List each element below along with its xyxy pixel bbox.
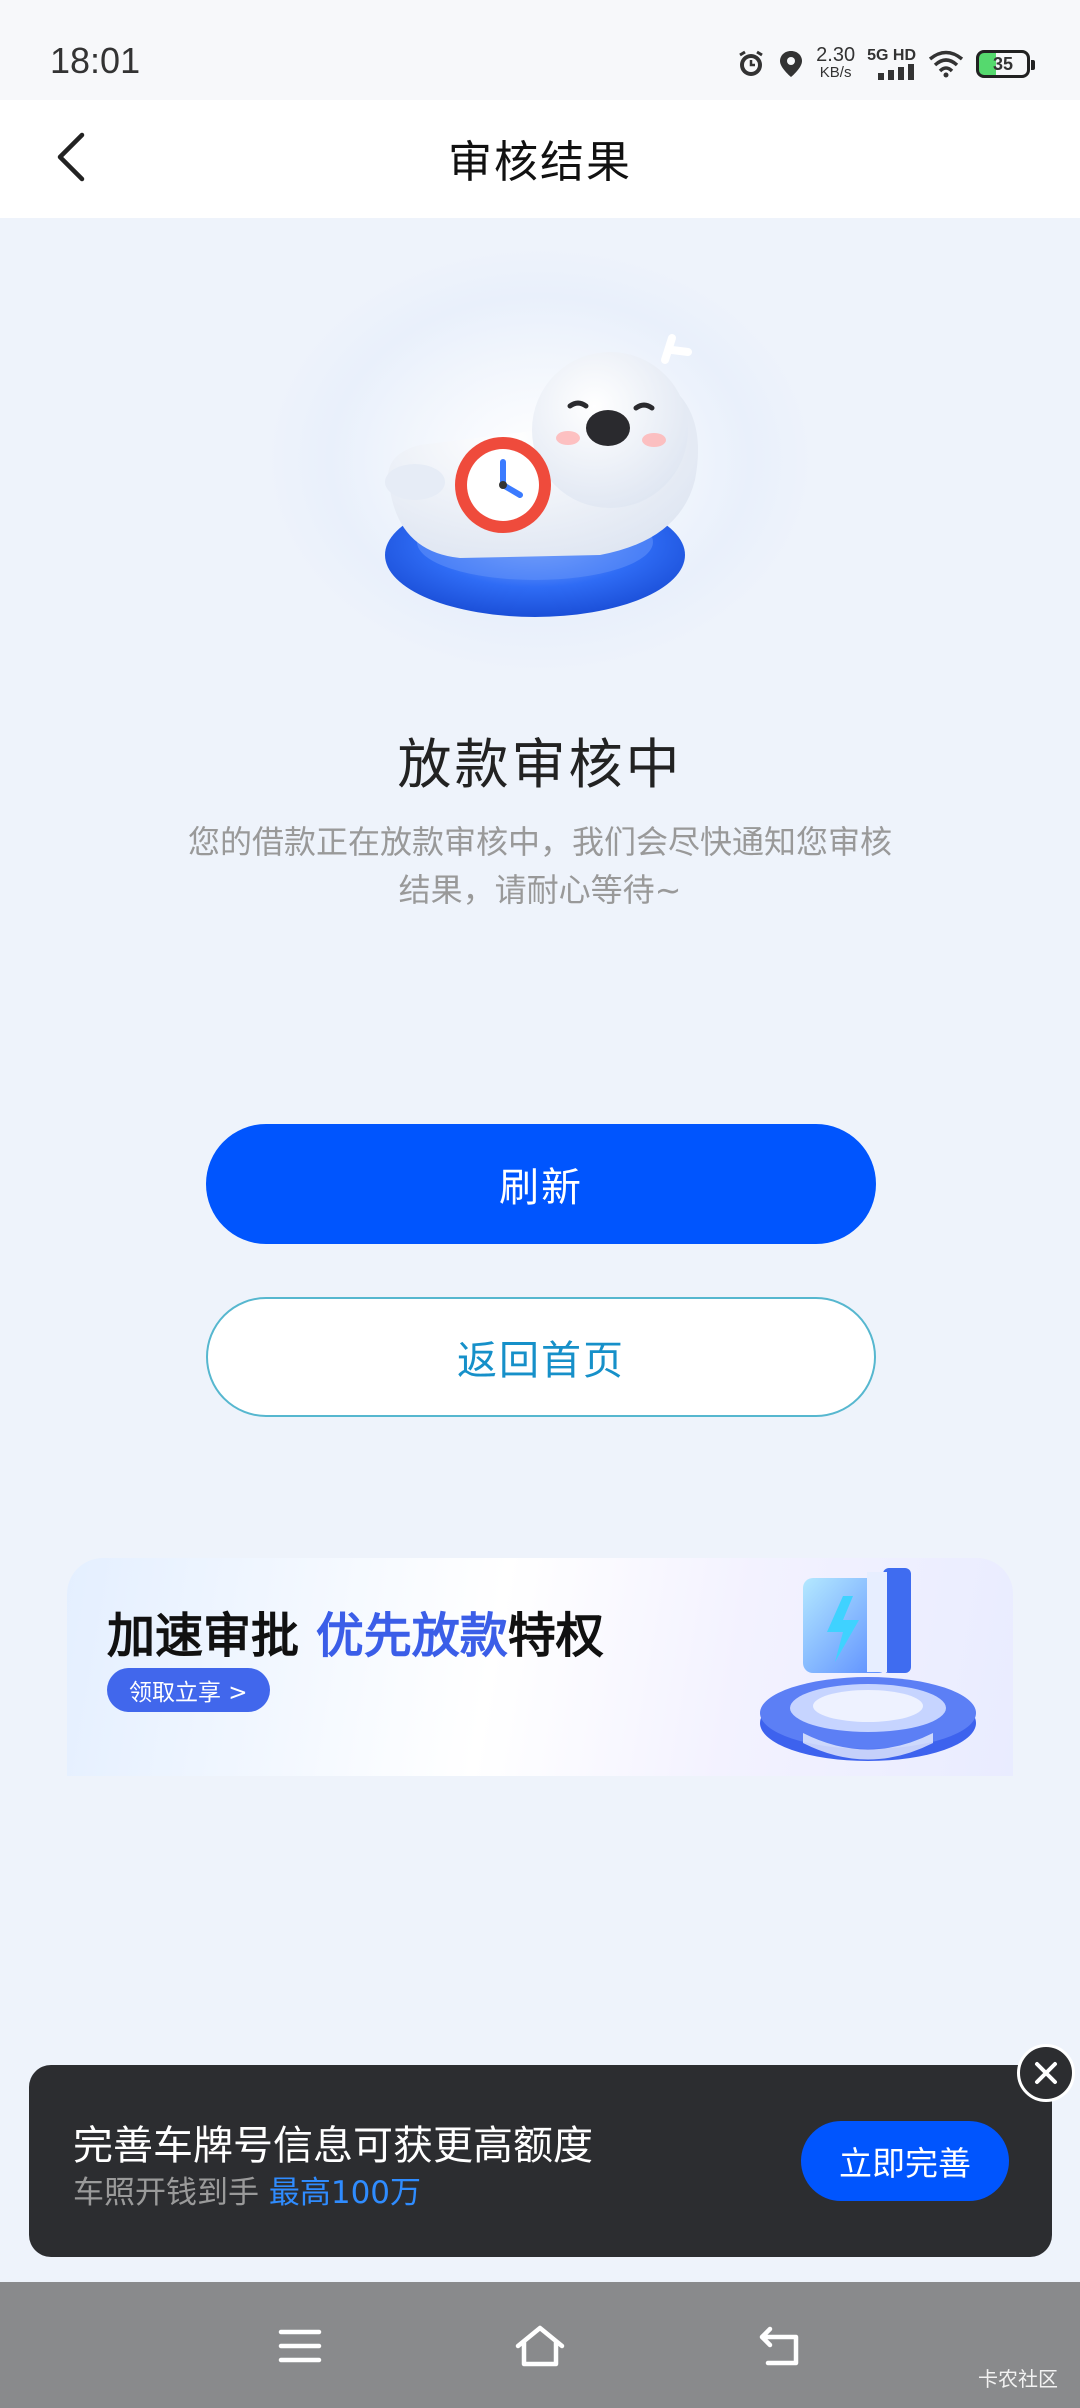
alarm-icon: [736, 49, 766, 79]
promo-title-part1: 加速审批: [107, 1608, 316, 1664]
complete-now-button[interactable]: 立即完善: [801, 2121, 1009, 2201]
location-icon: [778, 49, 804, 79]
promo-title-highlight: 优先放款: [315, 1608, 508, 1664]
menu-icon: [278, 2329, 322, 2363]
upgrade-tip-bar: 完善车牌号信息可获更高额度 车照开钱到手 最高100万 立即完善: [29, 2065, 1052, 2257]
speed-unit: KB/s: [819, 64, 852, 81]
cellular-signal-icon: 5G HD: [867, 48, 916, 80]
network-type: 5G HD: [867, 47, 916, 64]
promo-cta-button[interactable]: 领取立享 >: [107, 1668, 270, 1712]
battery-level: 35: [992, 53, 1014, 74]
return-icon: [759, 2326, 799, 2366]
watermark: 卡农社区: [978, 2367, 1058, 2391]
battery-icon: 35: [976, 50, 1035, 78]
speed-value: 2.30: [816, 44, 856, 66]
tip-subtitle: 车照开钱到手 最高100万: [73, 2167, 421, 2212]
home-icon: [515, 2325, 565, 2367]
tip-subtitle-highlight: 最高100万: [268, 2175, 422, 2211]
system-nav-bar: [0, 2282, 1080, 2408]
status-icons: 2.30 KB/s 5G HD 35: [736, 44, 1035, 84]
review-status-description: 您的借款正在放款审核中，我们会尽快通知您审核结果，请耐心等待~: [187, 823, 892, 909]
sleeping-seal-icon: [385, 334, 698, 617]
mascot-illustration: [240, 240, 840, 670]
close-tip-button[interactable]: [1017, 2044, 1075, 2102]
network-speed: 2.30 KB/s: [816, 44, 856, 82]
close-icon: [1035, 2062, 1057, 2084]
lightning-platform-icon: [760, 1568, 976, 1761]
promo-banner[interactable]: 加速审批 优先放款特权 领取立享 >: [67, 1558, 1013, 1776]
review-status-title: 放款审核中: [397, 733, 683, 796]
promo-title: 加速审批 优先放款特权: [107, 1596, 604, 1666]
back-to-home-button[interactable]: 返回首页: [206, 1297, 876, 1417]
system-back-button[interactable]: [748, 2314, 812, 2378]
recent-apps-button[interactable]: [268, 2314, 332, 2378]
page-title: 审核结果: [448, 137, 632, 188]
tip-subtitle-text: 车照开钱到手: [73, 2175, 269, 2211]
status-time: 18:01: [50, 40, 141, 81]
tip-title: 完善车牌号信息可获更高额度: [73, 2123, 593, 2169]
home-button[interactable]: [508, 2314, 572, 2378]
nav-bar: 审核结果: [0, 100, 1080, 218]
refresh-button[interactable]: 刷新: [206, 1124, 876, 1244]
promo-title-part2: 特权: [507, 1608, 604, 1664]
wifi-icon: [928, 50, 964, 78]
